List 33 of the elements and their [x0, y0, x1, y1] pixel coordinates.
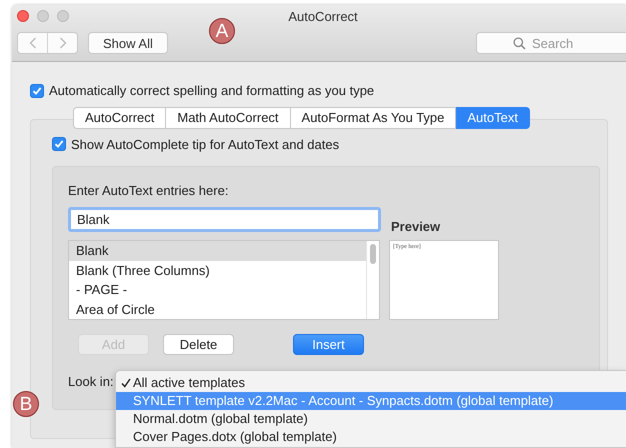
tab[interactable]: AutoFormat As You Type [290, 106, 456, 128]
navigation-buttons[interactable] [17, 32, 78, 54]
entries-list[interactable]: Blank Blank (Three Columns) - PAGE - Area of Circle [68, 240, 380, 320]
list-item[interactable]: - PAGE - [69, 280, 366, 300]
list-item[interactable]: Blank [69, 241, 366, 260]
tab[interactable]: AutoText [456, 106, 530, 128]
menu-item[interactable]: Normal.dotm (global template) [116, 410, 626, 428]
checkbox[interactable] [52, 137, 66, 151]
menu-item[interactable]: All active templates [116, 374, 626, 392]
checkmark-icon [121, 378, 131, 388]
entries-label: Enter AutoText entries here: [68, 183, 230, 199]
window-title: AutoCorrect [287, 9, 359, 24]
checkbox-label: Show AutoComplete tip for AutoText and dates [71, 136, 340, 152]
search-icon [513, 37, 526, 50]
list-item[interactable]: Area of Circle [69, 300, 366, 319]
zoom-button[interactable] [57, 10, 69, 22]
tab[interactable]: AutoCorrect [73, 106, 166, 128]
preview-label: Preview [391, 219, 440, 234]
look-in-label: Look in: [68, 374, 114, 389]
close-button[interactable] [17, 10, 29, 22]
show-all-button[interactable]: Show All [88, 32, 168, 54]
forward-icon[interactable] [58, 37, 66, 49]
tab[interactable]: Math AutoCorrect [166, 106, 291, 128]
checkbox[interactable] [30, 84, 44, 98]
search-field[interactable]: Search [476, 32, 626, 54]
delete-button[interactable]: Delete [163, 334, 234, 355]
entry-field[interactable]: Blank [68, 207, 381, 232]
list-item[interactable]: Blank (Three Columns) [69, 260, 366, 280]
back-icon[interactable] [28, 37, 36, 49]
checkbox-label: Automatically correct spelling and formatting as you type [49, 83, 374, 98]
scrollbar-thumb[interactable] [370, 244, 376, 264]
minimize-button[interactable] [37, 10, 49, 22]
menu-item[interactable]: Cover Pages.dotx (global template) [116, 428, 626, 446]
